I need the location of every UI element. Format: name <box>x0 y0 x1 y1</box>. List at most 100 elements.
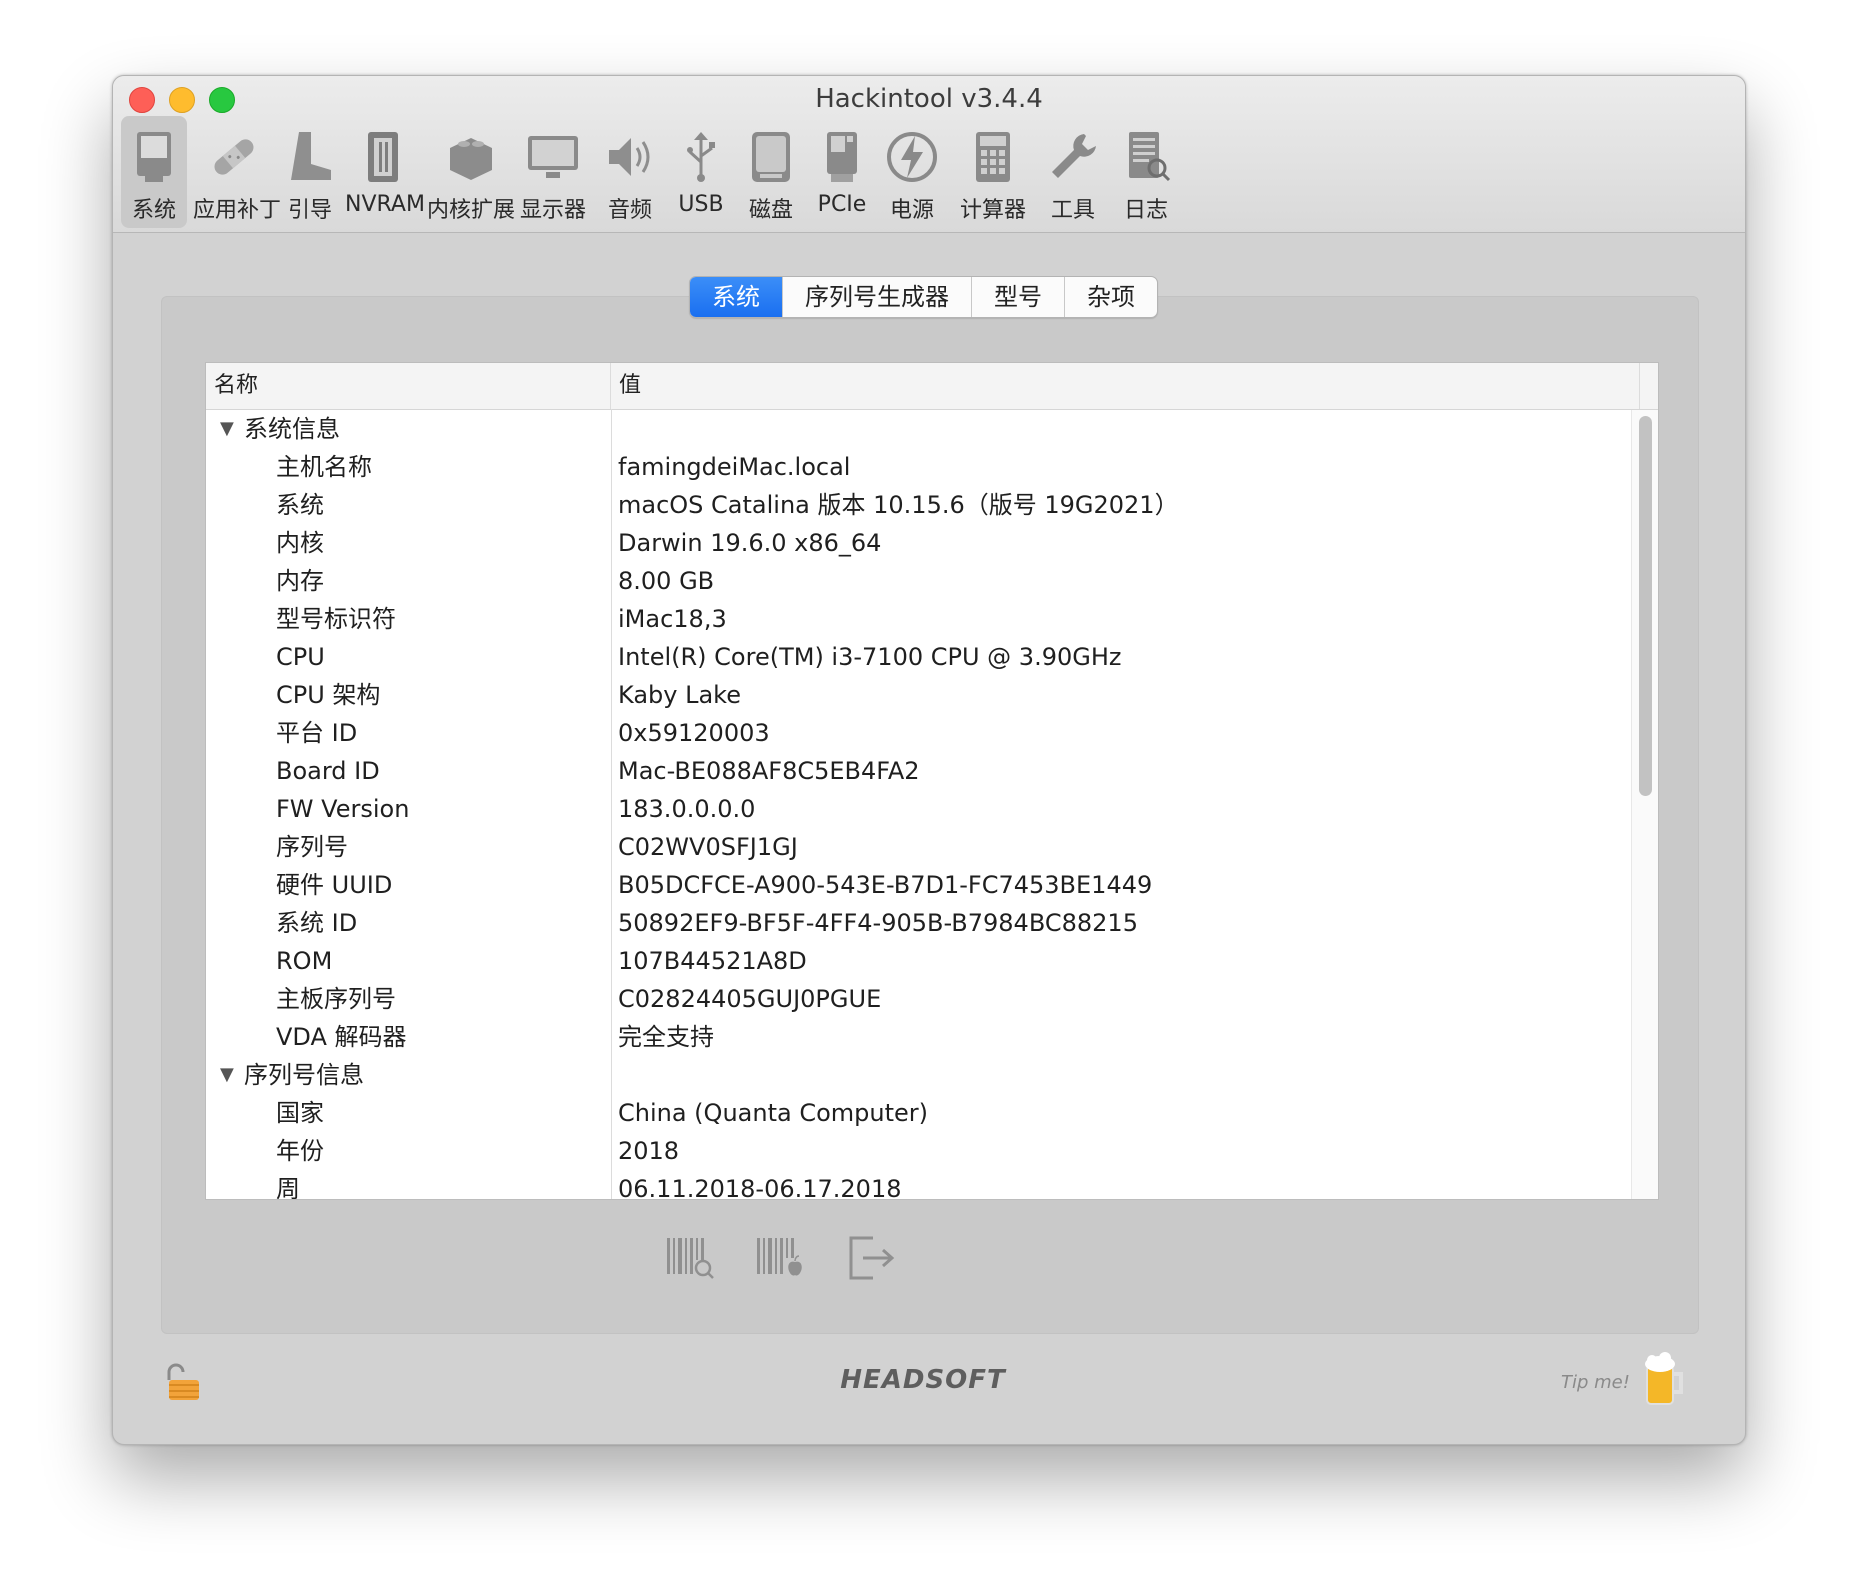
table-row[interactable]: 型号标识符 iMac18,3 <box>206 600 1631 638</box>
nvram-chip-icon <box>354 128 412 186</box>
toolbar-item-display[interactable]: 显示器 <box>513 116 593 228</box>
vertical-scrollbar[interactable] <box>1631 410 1658 1199</box>
row-name: ROM <box>276 947 333 975</box>
row-value: Darwin 19.6.0 x86_64 <box>618 529 882 557</box>
scrollbar-thumb[interactable] <box>1639 416 1652 796</box>
table-row[interactable]: 平台 ID 0x59120003 <box>206 714 1631 752</box>
log-document-icon <box>1117 128 1175 186</box>
tab-model[interactable]: 型号 <box>972 277 1065 317</box>
toolbar-item-calculator[interactable]: 计算器 <box>949 116 1037 228</box>
table-row[interactable]: FW Version 183.0.0.0.0 <box>206 790 1631 828</box>
row-name: FW Version <box>276 795 410 823</box>
row-name: CPU 架构 <box>276 681 381 709</box>
table-row[interactable]: 系统 ID 50892EF9-BF5F-4FF4-905B-B7984BC8821… <box>206 904 1631 942</box>
table-row[interactable]: 周 06.11.2018-06.17.2018 <box>206 1170 1631 1200</box>
row-name: 型号标识符 <box>276 605 396 633</box>
toolbar-item-pcie[interactable]: PCIe <box>807 116 877 228</box>
row-value: China (Quanta Computer) <box>618 1099 928 1127</box>
row-value: 2018 <box>618 1137 680 1165</box>
column-header-name[interactable]: 名称 <box>206 363 611 409</box>
tab-system[interactable]: 系统 <box>690 277 783 317</box>
tab-serial-generator[interactable]: 序列号生成器 <box>783 277 972 317</box>
export-icon[interactable] <box>845 1234 899 1282</box>
imac-icon <box>125 128 183 186</box>
row-name: 系统 <box>276 491 324 519</box>
table-row[interactable]: 年份 2018 <box>206 1132 1631 1170</box>
toolbar-label: 磁盘 <box>748 198 793 223</box>
row-name: VDA 解码器 <box>276 1023 407 1051</box>
table-header: 名称 值 <box>206 363 1658 410</box>
tab-misc[interactable]: 杂项 <box>1065 277 1157 317</box>
table-group-row[interactable]: ▼ 序列号信息 <box>206 1056 1631 1094</box>
toolbar-label: NVRAM <box>345 192 425 217</box>
table-row[interactable]: CPU 架构 Kaby Lake <box>206 676 1631 714</box>
app-window: Hackintool v3.4.4 系统 应用补丁 引导 NVRAM 内核扩展 … <box>112 75 1746 1445</box>
row-value: C02824405GUJ0PGUE <box>618 985 882 1013</box>
row-value: 完全支持 <box>618 1023 714 1051</box>
table-row[interactable]: ROM 107B44521A8D <box>206 942 1631 980</box>
barcode-search-icon[interactable] <box>665 1234 719 1282</box>
system-info-table: 名称 值 ▼ 系统信息 主机名称 famingdeiMac.local 系统 macOS … <box>205 362 1659 1200</box>
boot-icon <box>281 128 339 186</box>
table-row[interactable]: CPU Intel(R) Core(TM) i3-7100 CPU @ 3.90G… <box>206 638 1631 676</box>
row-name: 序列号信息 <box>244 1061 364 1089</box>
toolbar-item-nvram[interactable]: NVRAM <box>345 116 425 228</box>
window-title: Hackintool v3.4.4 <box>815 84 1043 114</box>
column-header-value[interactable]: 值 <box>611 363 1640 409</box>
row-name: 平台 ID <box>276 719 358 747</box>
row-value: 50892EF9-BF5F-4FF4-905B-B7984BC88215 <box>618 909 1138 937</box>
unlocked-padlock-icon[interactable] <box>161 1362 203 1404</box>
table-row[interactable]: VDA 解码器 完全支持 <box>206 1018 1631 1056</box>
toolbar-label: 内核扩展 <box>426 198 515 223</box>
table-row[interactable]: 硬件 UUID B05DCFCE-A900-543E-B7D1-FC7453BE1… <box>206 866 1631 904</box>
toolbar-label: 显示器 <box>519 198 586 223</box>
usb-icon <box>672 128 730 186</box>
table-row[interactable]: 主板序列号 C02824405GUJ0PGUE <box>206 980 1631 1018</box>
pcie-card-icon <box>813 128 871 186</box>
toolbar-label: 应用补丁 <box>193 198 282 223</box>
toolbar-label: 系统 <box>131 198 176 223</box>
toolbar-item-tools[interactable]: 工具 <box>1039 116 1107 228</box>
toolbar-item-usb[interactable]: USB <box>667 116 735 228</box>
toolbar-label: USB <box>678 192 724 217</box>
barcode-apple-icon[interactable] <box>755 1234 809 1282</box>
table-row[interactable]: 序列号 C02WV0SFJ1GJ <box>206 828 1631 866</box>
tip-me-label[interactable]: Tip me! <box>1561 1372 1630 1393</box>
disclosure-triangle-icon[interactable]: ▼ <box>220 410 234 448</box>
row-value: Mac-BE088AF8C5EB4FA2 <box>618 757 920 785</box>
title-bar: Hackintool v3.4.4 系统 应用补丁 引导 NVRAM 内核扩展 … <box>113 76 1745 233</box>
toolbar-item-kext[interactable]: 内核扩展 <box>425 116 517 228</box>
table-group-row[interactable]: ▼ 系统信息 <box>206 410 1631 448</box>
table-row[interactable]: Board ID Mac-BE088AF8C5EB4FA2 <box>206 752 1631 790</box>
row-value: iMac18,3 <box>618 605 727 633</box>
toolbar-item-power[interactable]: 电源 <box>877 116 947 228</box>
table-row[interactable]: 内核 Darwin 19.6.0 x86_64 <box>206 524 1631 562</box>
power-lightning-icon <box>883 128 941 186</box>
row-value: Kaby Lake <box>618 681 741 709</box>
row-name: 主板序列号 <box>276 985 396 1013</box>
toolbar-label: 日志 <box>1123 198 1168 223</box>
toolbar-item-audio[interactable]: 音频 <box>597 116 663 228</box>
row-name: 周 <box>276 1175 300 1200</box>
row-name: CPU <box>276 643 325 671</box>
toolbar-item-boot[interactable]: 引导 <box>277 116 343 228</box>
row-value: 183.0.0.0.0 <box>618 795 756 823</box>
beer-mug-icon[interactable] <box>1643 1352 1685 1408</box>
table-row[interactable]: 国家 China (Quanta Computer) <box>206 1094 1631 1132</box>
table-row[interactable]: 内存 8.00 GB <box>206 562 1631 600</box>
row-value: 06.11.2018-06.17.2018 <box>618 1175 902 1200</box>
disclosure-triangle-icon[interactable]: ▼ <box>220 1056 234 1094</box>
row-name: 年份 <box>276 1137 324 1165</box>
speaker-icon <box>601 128 659 186</box>
toolbar-item-system[interactable]: 系统 <box>121 116 187 228</box>
toolbar-item-disk[interactable]: 磁盘 <box>737 116 805 228</box>
table-row[interactable]: 主机名称 famingdeiMac.local <box>206 448 1631 486</box>
toolbar-label: 计算器 <box>959 198 1026 223</box>
toolbar-label: PCIe <box>817 192 867 217</box>
row-value: 8.00 GB <box>618 567 715 595</box>
toolbar-item-patch[interactable]: 应用补丁 <box>193 116 282 228</box>
table-row[interactable]: 系统 macOS Catalina 版本 10.15.6（版号 19G2021） <box>206 486 1631 524</box>
headsoft-logo[interactable]: HEADSOFT <box>793 1365 1053 1395</box>
row-value: C02WV0SFJ1GJ <box>618 833 798 861</box>
toolbar-item-log[interactable]: 日志 <box>1107 116 1185 228</box>
